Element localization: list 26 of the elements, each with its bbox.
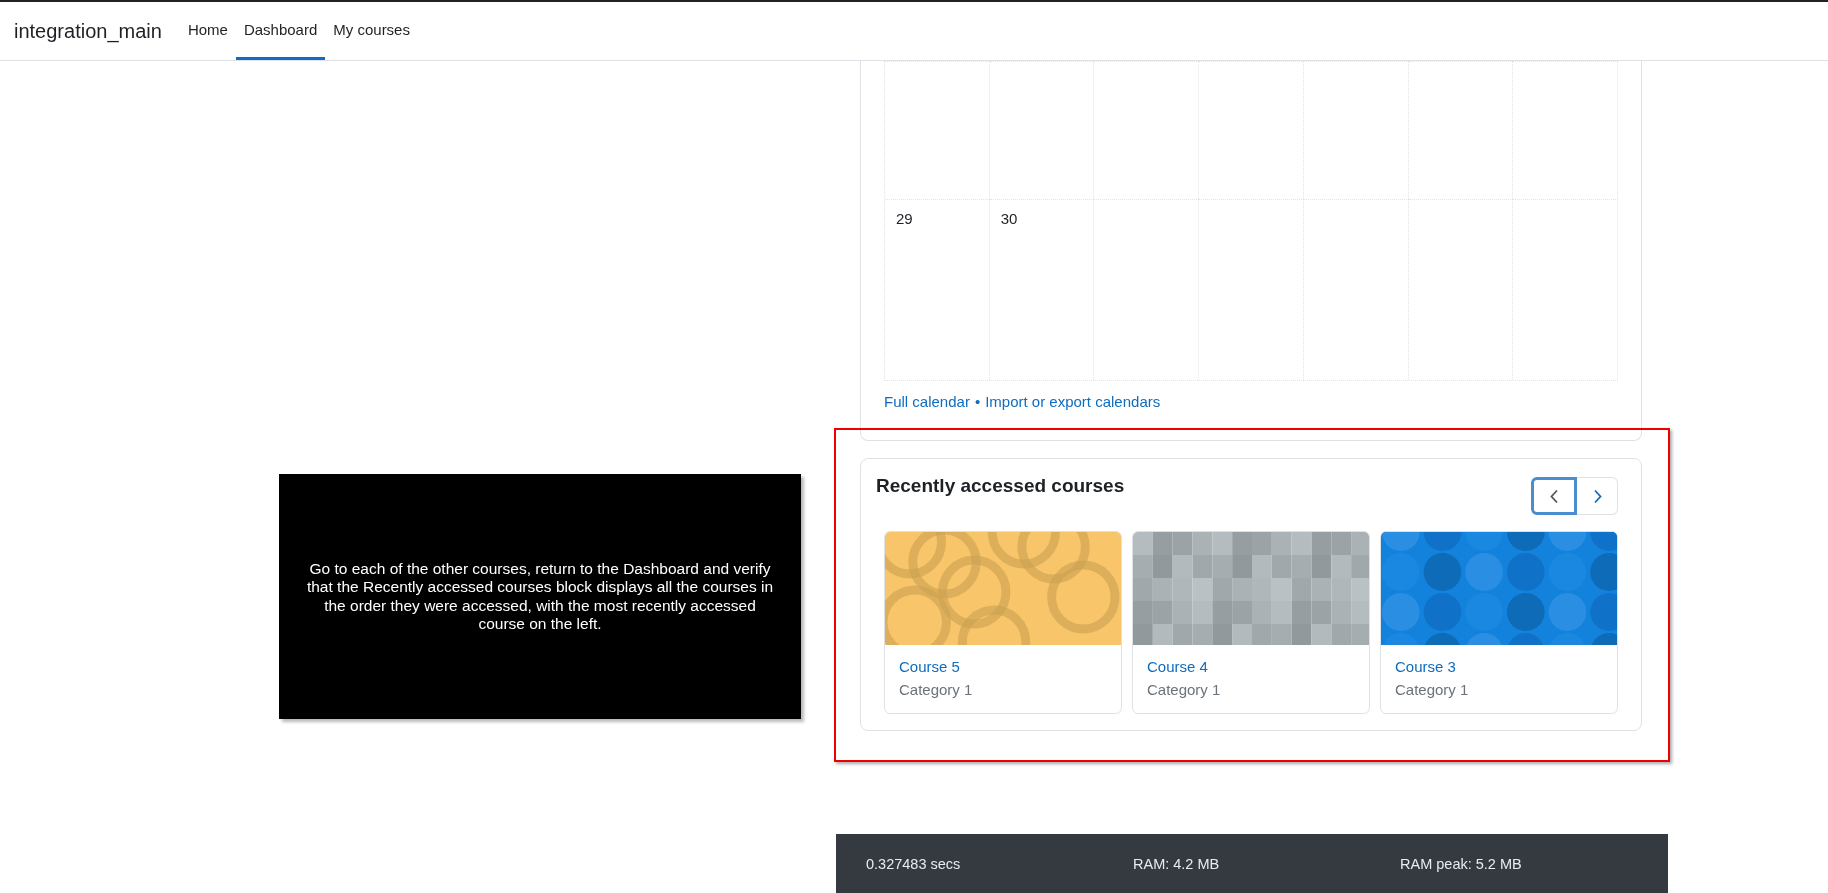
- nav-tab[interactable]: Home: [179, 2, 236, 60]
- chevron-left-icon: [1549, 488, 1559, 504]
- previous-button[interactable]: [1531, 477, 1577, 515]
- nav-tab[interactable]: Dashboard: [235, 2, 326, 60]
- course-name[interactable]: Course 5: [899, 658, 1107, 675]
- site-name[interactable]: integration_main: [14, 2, 162, 60]
- chevron-right-icon: [1592, 488, 1602, 504]
- block-title: Recently accessed courses: [876, 475, 1125, 497]
- course-card[interactable]: Course 5 Category 1: [884, 531, 1122, 714]
- course-name[interactable]: Course 3: [1395, 658, 1603, 675]
- course-name[interactable]: Course 4: [1147, 658, 1355, 675]
- course-card[interactable]: Course 3 Category 1: [1380, 531, 1618, 714]
- link-separator: •: [974, 393, 981, 410]
- performance-stat: RAM: 4.2 MB: [1133, 855, 1221, 872]
- calendar-link[interactable]: Full calendar: [884, 393, 970, 410]
- course-category: Category 1: [1147, 681, 1222, 698]
- course-category: Category 1: [1395, 681, 1470, 698]
- course-category: Category 1: [899, 681, 974, 698]
- day-number[interactable]: 29: [896, 210, 913, 227]
- nav-tab[interactable]: My courses: [325, 2, 418, 60]
- instruction-text: Go to each of the other courses, return to the Dashboard and verify that the Recently accessed courses block displays all the courses in the order they were accessed, with the most recently accessed course on the left.: [279, 474, 801, 719]
- performance-stat: RAM peak: 5.2 MB: [1400, 855, 1523, 872]
- calendar-link[interactable]: Import or export calendars: [985, 393, 1161, 410]
- day-number[interactable]: 30: [1000, 210, 1018, 227]
- performance-stat: 0.327483 secs: [866, 855, 962, 872]
- course-card[interactable]: Course 4 Category 1: [1132, 531, 1370, 714]
